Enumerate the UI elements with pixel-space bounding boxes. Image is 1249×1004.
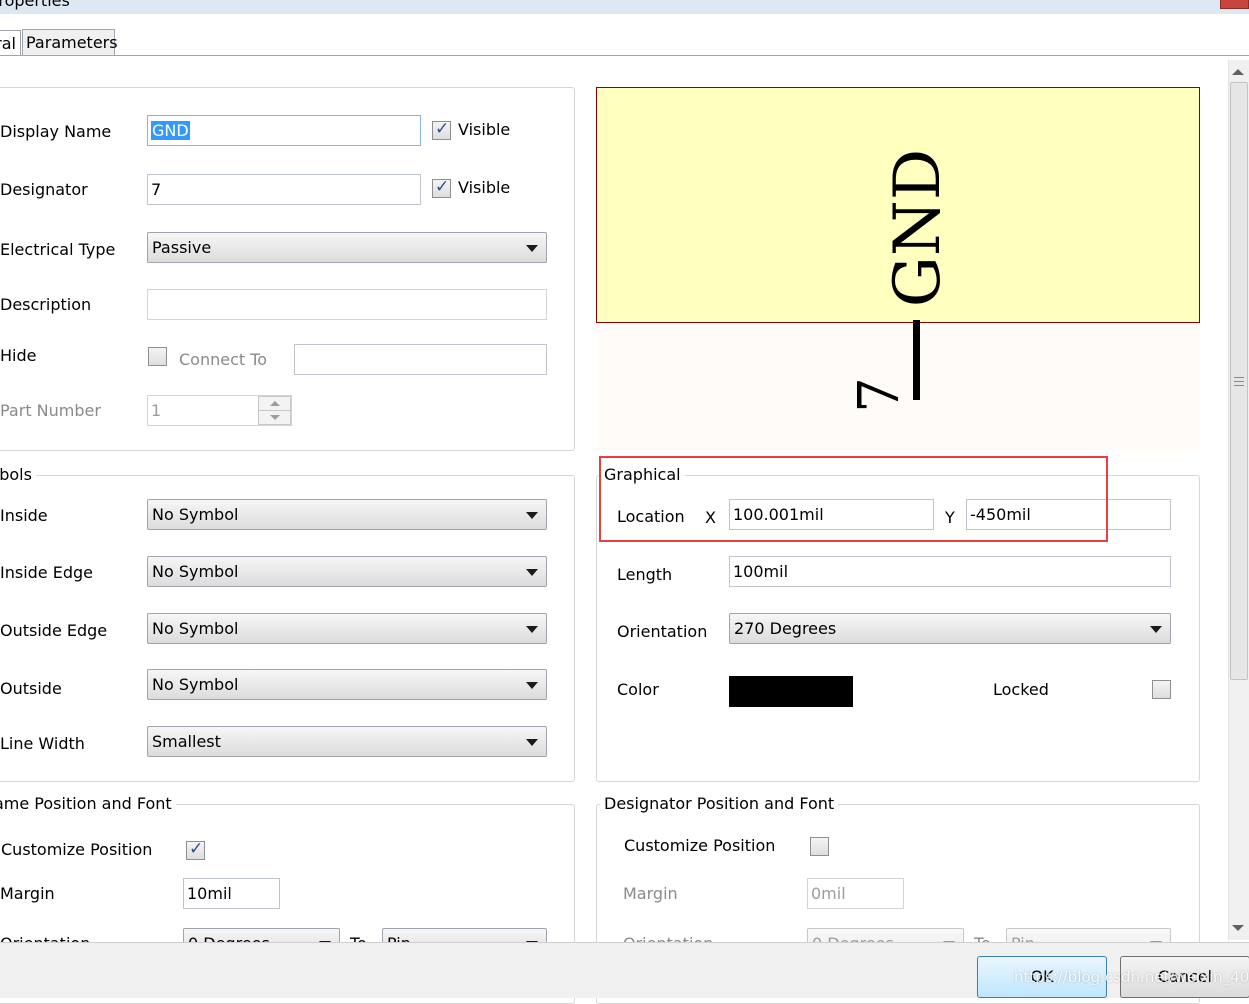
electrical-type-label: Electrical Type	[0, 240, 116, 259]
location-highlight-box	[599, 456, 1108, 542]
color-label: Color	[617, 680, 659, 699]
pin-line-preview	[913, 320, 920, 400]
designator-position-legend: Designator Position and Font	[600, 794, 839, 813]
orientation-value: 270 Degrees	[734, 619, 837, 638]
description-label: Description	[0, 295, 92, 314]
inside-label: Inside	[0, 506, 48, 525]
name-margin-input[interactable]: 10mil	[183, 878, 280, 909]
chevron-down-icon	[1150, 626, 1162, 633]
display-name-visible-checkbox[interactable]	[432, 119, 451, 140]
name-position-legend: Name Position and Font	[0, 794, 176, 813]
chevron-down-icon	[270, 415, 280, 420]
scroll-down-icon[interactable]	[1232, 925, 1244, 931]
designator-customize-position-label: Customize Position	[624, 836, 776, 855]
scroll-grip-icon	[1234, 381, 1244, 382]
tab-strip-divider	[0, 55, 1249, 56]
designator-visible-label: Visible	[458, 178, 511, 197]
tab-general-label: General	[0, 34, 16, 53]
watermark-text: https://blog.csdn.net/weixin_4000	[1014, 968, 1249, 986]
display-name-value: GND	[151, 121, 190, 140]
pin-name-preview: GND	[881, 148, 955, 308]
line-width-label: Line Width	[0, 734, 85, 753]
name-customize-position-checkbox[interactable]	[186, 839, 205, 860]
electrical-type-value: Passive	[152, 238, 212, 257]
outside-value: No Symbol	[152, 675, 239, 694]
outside-edge-value: No Symbol	[152, 619, 239, 638]
tab-parameters-label: Parameters	[26, 33, 118, 52]
orientation-label: Orientation	[617, 622, 708, 641]
inside-value: No Symbol	[152, 505, 239, 524]
outside-label: Outside	[0, 679, 62, 698]
display-name-visible-label: Visible	[458, 120, 511, 139]
chevron-up-icon	[270, 401, 280, 406]
designator-margin-input[interactable]: 0mil	[807, 878, 904, 909]
chevron-down-icon	[526, 682, 538, 689]
name-customize-position-label: Customize Position	[1, 840, 153, 859]
scroll-grip-icon	[1234, 385, 1244, 386]
outside-edge-label: Outside Edge	[0, 621, 108, 640]
inside-edge-dropdown[interactable]: No Symbol	[147, 556, 547, 587]
designator-input[interactable]: 7	[147, 174, 421, 205]
window-title: Pin Properties	[0, 0, 70, 10]
hide-checkbox[interactable]	[148, 347, 167, 366]
name-margin-label: Margin	[0, 884, 55, 903]
inside-dropdown[interactable]: No Symbol	[147, 499, 547, 530]
outside-edge-dropdown[interactable]: No Symbol	[147, 613, 547, 644]
outside-dropdown[interactable]: No Symbol	[147, 669, 547, 700]
chevron-down-icon	[526, 245, 538, 252]
inside-edge-value: No Symbol	[152, 562, 239, 581]
orientation-dropdown[interactable]: 270 Degrees	[729, 613, 1171, 644]
line-width-dropdown[interactable]: Smallest	[147, 726, 547, 757]
display-name-input[interactable]: GND	[147, 115, 421, 146]
locked-label: Locked	[993, 680, 1049, 699]
length-input[interactable]: 100mil	[729, 556, 1171, 587]
title-bar: Pin Properties	[0, 0, 1249, 14]
part-number-decrement[interactable]	[258, 410, 291, 425]
designator-visible-checkbox[interactable]	[432, 177, 451, 198]
scroll-up-icon[interactable]	[1232, 69, 1244, 75]
designator-margin-label: Margin	[623, 884, 678, 903]
connect-to-label: Connect To	[179, 350, 268, 369]
line-width-value: Smallest	[152, 732, 221, 751]
tab-general[interactable]: General	[0, 30, 21, 56]
hide-label: Hide	[0, 346, 37, 365]
pin-designator-preview: 7	[847, 377, 912, 413]
tab-parameters[interactable]: Parameters	[22, 29, 118, 56]
locked-checkbox[interactable]	[1152, 680, 1171, 699]
length-label: Length	[617, 565, 673, 584]
chevron-down-icon	[526, 512, 538, 519]
scroll-grip-icon	[1234, 377, 1244, 378]
inside-edge-label: Inside Edge	[0, 563, 93, 582]
symbols-legend: Symbols	[0, 465, 36, 484]
chevron-down-icon	[526, 569, 538, 576]
description-input[interactable]	[147, 289, 547, 320]
close-window-button[interactable]	[1220, 0, 1249, 9]
part-number-label: Part Number	[0, 401, 101, 420]
designator-customize-position-checkbox[interactable]	[810, 837, 829, 856]
color-swatch[interactable]	[729, 676, 853, 707]
display-name-label: Display Name	[0, 122, 112, 141]
electrical-type-dropdown[interactable]: Passive	[147, 232, 547, 263]
connect-to-input[interactable]	[294, 344, 547, 375]
part-number-increment[interactable]	[258, 396, 291, 411]
designator-label: Designator	[0, 180, 88, 199]
chevron-down-icon	[526, 739, 538, 746]
chevron-down-icon	[526, 626, 538, 633]
